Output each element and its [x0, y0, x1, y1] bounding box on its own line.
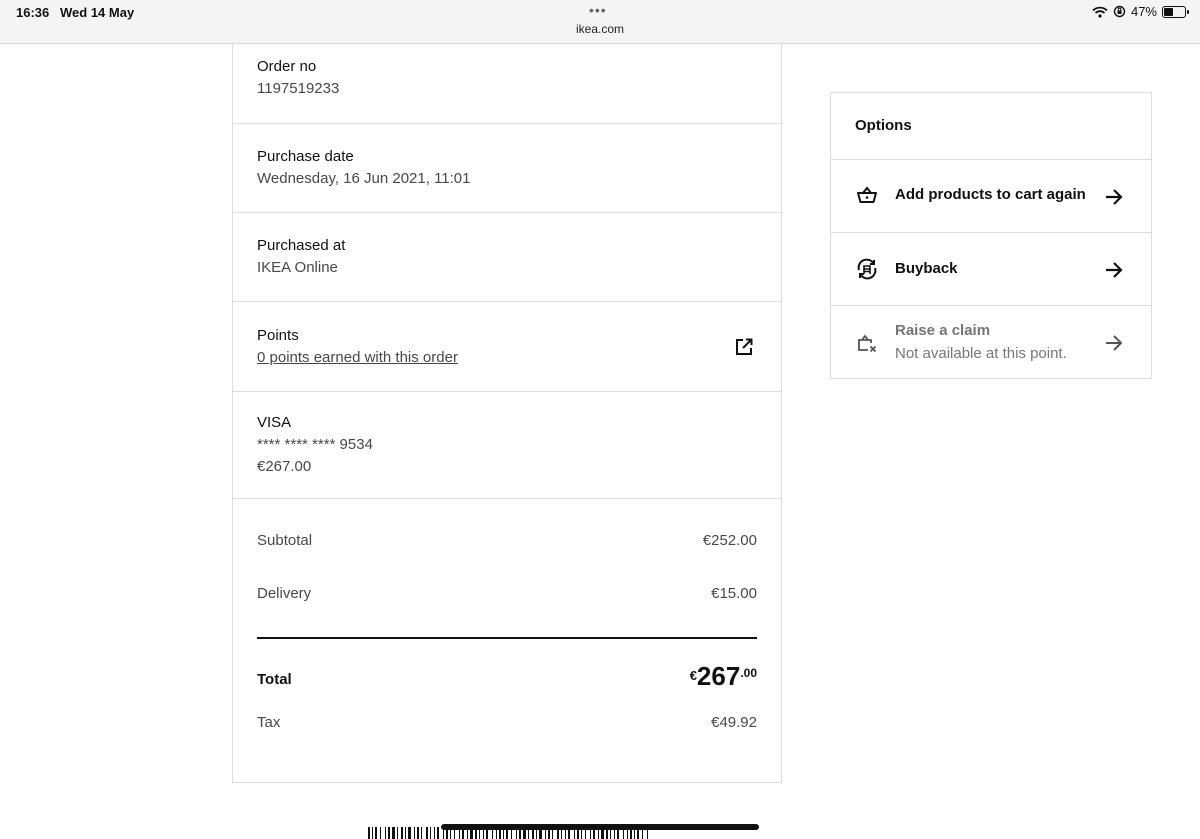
points-label: Points: [257, 327, 299, 344]
total-integer: 267: [696, 661, 741, 691]
orientation-lock-icon: [1113, 5, 1126, 18]
order-number-label: Order no: [257, 58, 317, 75]
order-number-section: Order no 1197519233: [233, 44, 781, 124]
raise-claim-label: Raise a claim: [895, 322, 991, 339]
buyback-option[interactable]: Buyback: [831, 233, 1151, 306]
raise-claim-unavailable-note: Not available at this point.: [895, 345, 1067, 362]
payment-section: VISA **** **** **** 9534 €267.00: [233, 392, 781, 499]
buyback-label: Buyback: [895, 260, 958, 277]
status-time: 16:36: [16, 5, 50, 20]
total-label: Total: [257, 671, 292, 688]
options-header: Options: [831, 93, 1151, 160]
order-number-value: 1197519233: [257, 80, 340, 97]
claim-icon: [858, 334, 877, 353]
purchased-at-section: Purchased at IKEA Online: [233, 213, 781, 302]
total-divider: [257, 637, 757, 639]
purchase-date-section: Purchase date Wednesday, 16 Jun 2021, 11…: [233, 124, 781, 213]
raise-claim-option: Raise a claim Not available at this poin…: [831, 306, 1151, 379]
order-details-card: Order no 1197519233 Purchase date Wednes…: [232, 44, 782, 783]
browser-top-bar: 16:36 Wed 14 May ••• ikea.com 47%: [0, 0, 1200, 44]
card-number: **** **** **** 9534: [257, 436, 373, 453]
delivery-value: €15.00: [711, 585, 757, 602]
payment-method-label: VISA: [257, 414, 292, 431]
basket-icon: [857, 186, 877, 203]
battery-icon: [1162, 5, 1189, 18]
subtotal-label: Subtotal: [257, 532, 313, 549]
tax-label: Tax: [257, 714, 281, 731]
add-to-cart-again-label: Add products to cart again: [895, 186, 1086, 203]
payment-amount: €267.00: [257, 458, 312, 475]
purchase-date-value: Wednesday, 16 Jun 2021, 11:01: [257, 170, 471, 187]
status-date: Wed 14 May: [60, 5, 135, 20]
address-bar-url[interactable]: ikea.com: [0, 22, 1200, 36]
total-price: € 267 .00: [690, 663, 757, 689]
delivery-label: Delivery: [257, 585, 312, 602]
options-title: Options: [855, 117, 912, 134]
arrow-right-icon: [1106, 335, 1123, 351]
external-link-icon[interactable]: [734, 337, 754, 357]
options-panel: Options Add products to cart again Buyba…: [830, 92, 1152, 379]
subtotal-value: €252.00: [702, 532, 757, 549]
points-section: Points 0 points earned with this order: [233, 302, 781, 392]
purchased-at-value: IKEA Online: [257, 259, 338, 276]
status-indicators: 47%: [1092, 4, 1189, 19]
arrow-right-icon: [1106, 189, 1123, 205]
purchase-date-label: Purchase date: [257, 148, 354, 165]
arrow-right-icon: [1106, 262, 1123, 278]
battery-percentage: 47%: [1130, 4, 1157, 19]
buyback-icon: [857, 258, 877, 280]
points-earned-link[interactable]: 0 points earned with this order: [257, 349, 458, 366]
tax-value: €49.92: [711, 714, 757, 731]
total-decimal: .00: [740, 666, 757, 680]
total-currency: €: [689, 668, 697, 683]
wifi-icon: [1092, 6, 1108, 18]
add-to-cart-again-option[interactable]: Add products to cart again: [831, 160, 1151, 233]
multitasking-dots-icon[interactable]: •••: [589, 2, 607, 18]
purchased-at-label: Purchased at: [257, 237, 346, 254]
home-indicator: [441, 824, 759, 830]
